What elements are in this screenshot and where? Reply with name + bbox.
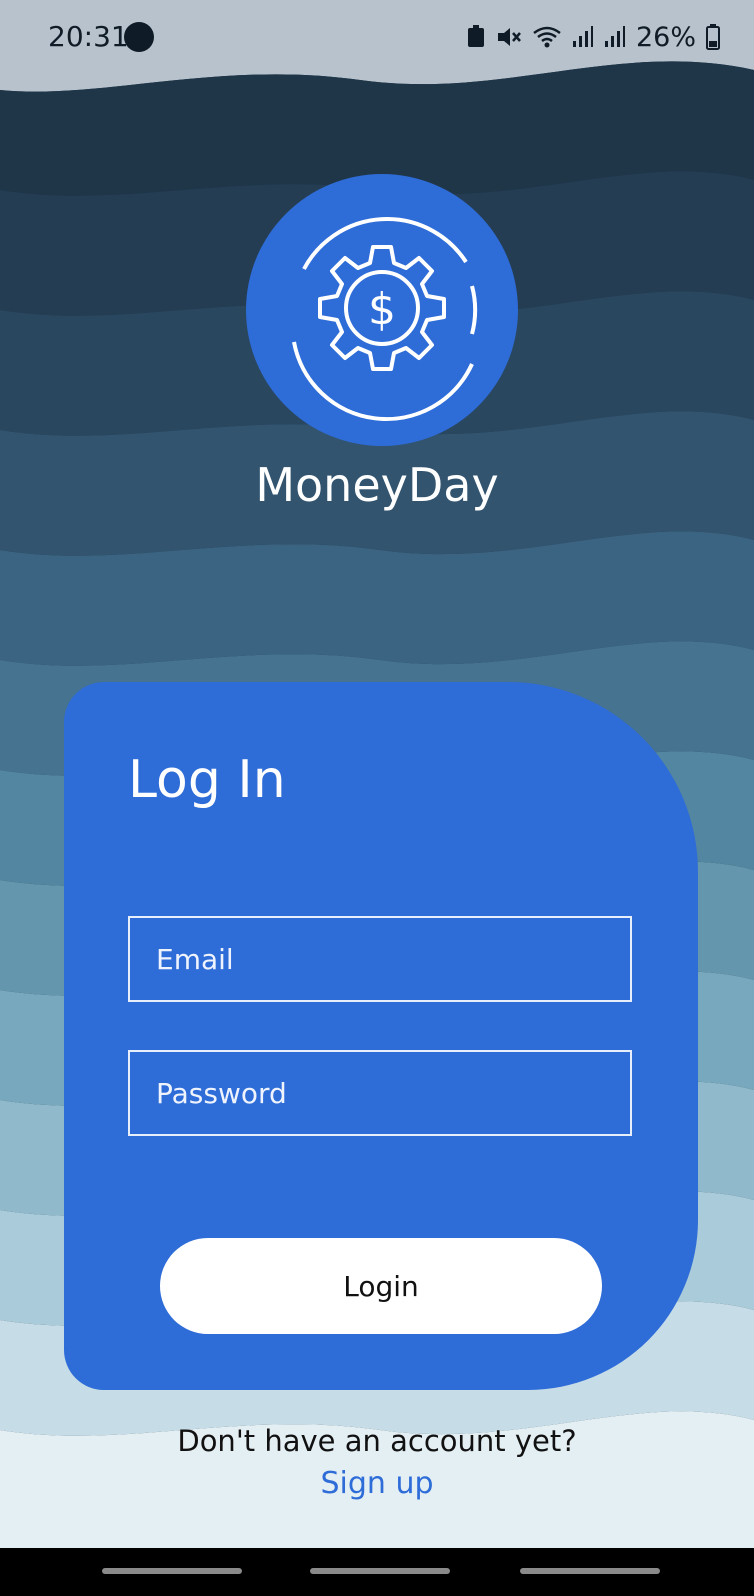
signal-icon-1 bbox=[572, 26, 593, 47]
wifi-icon bbox=[533, 26, 561, 48]
app-name: MoneyDay bbox=[255, 458, 499, 512]
login-card: Log In Login bbox=[64, 682, 698, 1390]
status-time: 20:31 bbox=[48, 20, 129, 53]
battery-saver-icon bbox=[467, 25, 484, 47]
login-screen: 20:31 26% $ MoneyDay Log In Email Login … bbox=[0, 0, 754, 1596]
login-title: Log In bbox=[128, 750, 286, 810]
status-bar: 20:31 26% bbox=[0, 0, 754, 70]
signal-icon-2 bbox=[604, 26, 625, 47]
nav-back-button[interactable] bbox=[520, 1568, 660, 1574]
nav-recent-apps-button[interactable] bbox=[102, 1568, 242, 1574]
battery-icon bbox=[706, 24, 720, 50]
signup-prompt: Don't have an account yet? bbox=[177, 1424, 577, 1458]
navigation-bar bbox=[0, 1548, 754, 1596]
email-field[interactable] bbox=[128, 916, 632, 1002]
login-button[interactable]: Login bbox=[160, 1238, 602, 1334]
signup-link[interactable]: Sign up bbox=[0, 1466, 754, 1501]
notification-app-icon bbox=[124, 22, 154, 52]
nav-home-button[interactable] bbox=[310, 1568, 450, 1574]
mute-icon bbox=[497, 28, 521, 46]
status-icons: 26% bbox=[466, 20, 720, 54]
svg-text:$: $ bbox=[368, 284, 396, 335]
battery-percent: 26% bbox=[635, 21, 696, 53]
app-logo: $ bbox=[246, 174, 518, 446]
password-field[interactable] bbox=[128, 1050, 632, 1136]
dollar-gear-icon: $ bbox=[292, 217, 478, 421]
